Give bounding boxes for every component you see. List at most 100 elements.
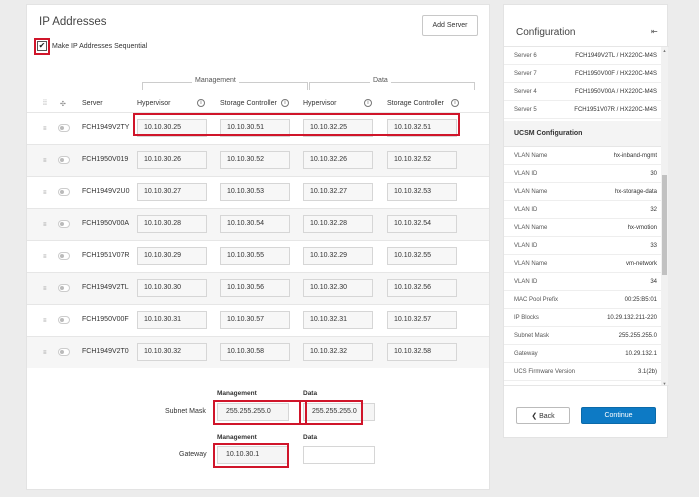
mgmt-hypervisor-input[interactable]: 10.10.30.27: [137, 183, 207, 201]
info-icon[interactable]: i: [364, 99, 372, 107]
config-item: Server 7 FCH1950V00F / HX220C-M4S: [504, 65, 661, 83]
row-toggle[interactable]: [58, 188, 70, 196]
data-hypervisor-input[interactable]: 10.10.32.29: [303, 247, 373, 265]
info-icon[interactable]: i: [197, 99, 205, 107]
config-item-key: VLAN ID: [514, 243, 538, 249]
config-item-value: vm-network: [625, 261, 657, 267]
gateway-data-input[interactable]: [303, 446, 375, 464]
drag-handle-icon[interactable]: ≡: [43, 222, 46, 228]
table-row: ≡ FCH1950V00A 10.10.30.28 10.10.30.54 10.10.…: [27, 208, 489, 240]
row-toggle[interactable]: [58, 252, 70, 260]
config-item-value: 32: [650, 207, 657, 213]
row-toggle[interactable]: [58, 316, 70, 324]
server-column-header: Server: [82, 100, 103, 107]
data-storage-controller-input[interactable]: 10.10.32.53: [387, 183, 457, 201]
mgmt-storage-controller-input[interactable]: 10.10.30.52: [220, 151, 290, 169]
config-item: Server 4 FCH1950V00A / HX220C-M4S: [504, 83, 661, 101]
scroll-up-icon[interactable]: ▲: [661, 47, 668, 54]
data-hypervisor-input[interactable]: 10.10.32.30: [303, 279, 373, 297]
data-storage-controller-input[interactable]: 10.10.32.54: [387, 215, 457, 233]
drag-handle-icon[interactable]: ≡: [43, 350, 46, 356]
back-arrow-icon: ❮: [531, 412, 540, 420]
mgmt-storage-controller-input[interactable]: 10.10.30.53: [220, 183, 290, 201]
config-item-value: 10.29.132.211-220: [607, 315, 657, 321]
mgmt-hypervisor-input[interactable]: 10.10.30.29: [137, 247, 207, 265]
data-storage-controller-input[interactable]: 10.10.32.55: [387, 247, 457, 265]
mgmt-hypervisor-input[interactable]: 10.10.30.30: [137, 279, 207, 297]
config-item-value: 33: [650, 243, 657, 249]
scroll-down-icon[interactable]: ▼: [661, 380, 668, 385]
subnet-highlight-mgmt: [213, 400, 307, 425]
mgmt-storage-controller-input[interactable]: 10.10.30.55: [220, 247, 290, 265]
data-hypervisor-input[interactable]: 10.10.32.26: [303, 151, 373, 169]
subnet-mask-label: Subnet Mask: [165, 408, 206, 415]
drag-handle-icon[interactable]: ≡: [43, 286, 46, 292]
mgmt-storage-controller-input[interactable]: 10.10.30.54: [220, 215, 290, 233]
config-summary-list[interactable]: Server 6 FCH1949V2TL / HX220C-M4S Server 7…: [504, 46, 669, 386]
drag-handle-icon[interactable]: ≡: [43, 318, 46, 324]
config-item: HyperFlex Cluster NameHyperFlex cluster: [504, 381, 661, 385]
server-serial: FCH1949V2TL: [82, 284, 129, 291]
info-icon[interactable]: i: [451, 99, 459, 107]
ip-addresses-panel: IP Addresses Add Server ✔ Make IP Addres…: [26, 4, 490, 490]
ucsm-section-header: UCSM Configuration: [504, 121, 661, 147]
ucsm-section-title: UCSM Configuration: [514, 130, 583, 137]
data-group-label: Data: [370, 77, 391, 84]
config-item-value: FCH1950V00A / HX220C-M4S: [574, 89, 657, 95]
row-toggle[interactable]: [58, 284, 70, 292]
data-hypervisor-input[interactable]: 10.10.32.31: [303, 311, 373, 329]
drag-handle-icon[interactable]: ≡: [43, 158, 46, 164]
drag-handle-icon[interactable]: ≡: [43, 126, 46, 132]
config-item-key: VLAN Name: [514, 261, 548, 267]
mgmt-storage-controller-input[interactable]: 10.10.30.58: [220, 343, 290, 361]
server-serial: FCH1949V2TY: [82, 124, 130, 131]
config-item: VLAN Name vm-network: [504, 255, 661, 273]
table-row: ≡ FCH1949V2T0 10.10.30.32 10.10.30.58 10.10.…: [27, 336, 489, 368]
drag-handle-icon[interactable]: ≡: [43, 190, 46, 196]
config-item-key: Gateway: [514, 351, 538, 357]
config-item-value: 10.29.132.1: [625, 351, 657, 357]
config-item-key: VLAN ID: [514, 207, 538, 213]
collapse-arrow-icon[interactable]: ⇤: [651, 27, 658, 36]
row-toggle[interactable]: [58, 220, 70, 228]
data-storage-controller-input[interactable]: 10.10.32.58: [387, 343, 457, 361]
config-scrollbar[interactable]: ▲ ▼: [661, 47, 668, 385]
config-item-value: 3.1(2b): [637, 369, 657, 375]
sequential-option[interactable]: ✔ Make IP Addresses Sequential: [37, 41, 147, 51]
continue-button[interactable]: Continue: [581, 407, 656, 424]
config-item-key: Server 4: [514, 89, 537, 95]
row-toggle[interactable]: [58, 348, 70, 356]
drag-handle-icon[interactable]: ≡: [43, 254, 46, 260]
server-serial: FCH1950V00F: [82, 316, 129, 323]
add-server-button[interactable]: Add Server: [422, 15, 478, 36]
config-item-key: MAC Pool Prefix: [514, 297, 559, 303]
data-hypervisor-input[interactable]: 10.10.32.27: [303, 183, 373, 201]
back-button[interactable]: ❮ Back: [516, 407, 570, 424]
config-item-value: 00:25:B5:01: [624, 297, 657, 303]
data-storage-controller-input[interactable]: 10.10.32.56: [387, 279, 457, 297]
row-toggle[interactable]: [58, 124, 70, 132]
mgmt-hypervisor-input[interactable]: 10.10.30.32: [137, 343, 207, 361]
mgmt-hypervisor-input[interactable]: 10.10.30.26: [137, 151, 207, 169]
mgmt-storage-controller-input[interactable]: 10.10.30.56: [220, 279, 290, 297]
server-serial: FCH1950V019: [82, 156, 129, 163]
mgmt-hypervisor-input[interactable]: 10.10.30.28: [137, 215, 207, 233]
data-hypervisor-input[interactable]: 10.10.32.32: [303, 343, 373, 361]
config-item-value: FCH1949V2TL / HX220C-M4S: [575, 53, 657, 59]
info-icon[interactable]: i: [281, 99, 289, 107]
configuration-panel: Configuration ⇤ Server 6 FCH1949V2TL / HX…: [503, 4, 669, 438]
config-item-key: IP Blocks: [514, 315, 539, 321]
page-title: IP Addresses: [39, 16, 107, 28]
config-item: VLAN Name hx-inband-mgmt: [504, 147, 661, 165]
management-group-label: Management: [192, 77, 239, 84]
mgmt-hypervisor-input[interactable]: 10.10.30.31: [137, 311, 207, 329]
scroll-thumb[interactable]: [662, 175, 667, 275]
toggle-column-header: ✣: [60, 101, 66, 108]
data-storage-controller-input[interactable]: 10.10.32.57: [387, 311, 457, 329]
row-toggle[interactable]: [58, 156, 70, 164]
data-storage-controller-input[interactable]: 10.10.32.52: [387, 151, 457, 169]
mgmt-storage-controller-input[interactable]: 10.10.30.57: [220, 311, 290, 329]
data-hypervisor-input[interactable]: 10.10.32.28: [303, 215, 373, 233]
subnet-mgmt-head: Management: [217, 390, 257, 397]
config-item: VLAN Name hx-vmotion: [504, 219, 661, 237]
